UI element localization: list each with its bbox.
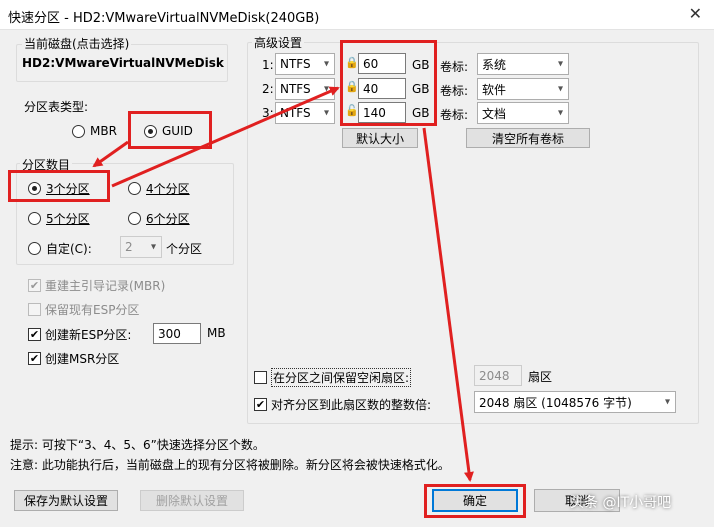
arrow-sizes-to-ok bbox=[422, 127, 474, 482]
arrow-guid-to-count bbox=[92, 140, 129, 168]
annotation-arrows bbox=[92, 86, 474, 482]
arrow-count-to-sizes bbox=[111, 86, 340, 188]
watermark: 头条 @IT小哥吧 bbox=[570, 495, 672, 511]
